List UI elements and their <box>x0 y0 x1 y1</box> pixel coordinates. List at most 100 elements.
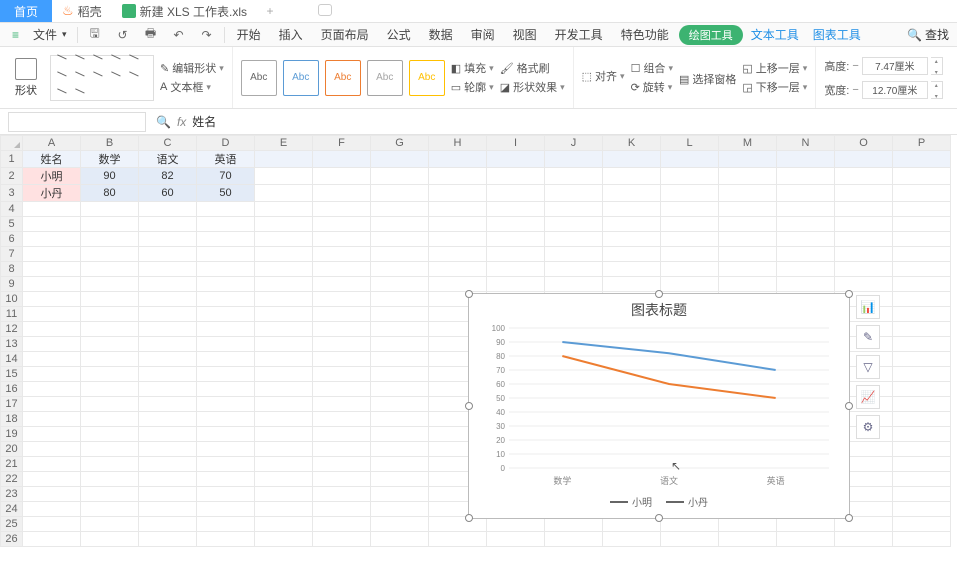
cell[interactable] <box>139 322 197 337</box>
cell[interactable] <box>603 277 661 292</box>
cell[interactable] <box>313 352 371 367</box>
cell[interactable] <box>313 202 371 217</box>
chart-title[interactable]: 图表标题 <box>469 300 849 320</box>
cell[interactable] <box>371 412 429 427</box>
cell[interactable] <box>81 277 139 292</box>
resize-handle[interactable] <box>845 514 853 522</box>
cell[interactable] <box>429 168 487 185</box>
cell[interactable] <box>197 292 255 307</box>
row-header[interactable]: 14 <box>1 352 23 367</box>
cell[interactable] <box>487 262 545 277</box>
row-header[interactable]: 7 <box>1 247 23 262</box>
cell[interactable]: 英语 <box>197 151 255 168</box>
cell[interactable] <box>661 185 719 202</box>
cell[interactable]: 语文 <box>139 151 197 168</box>
col-header[interactable]: H <box>429 136 487 151</box>
cell[interactable] <box>603 217 661 232</box>
cell[interactable] <box>487 185 545 202</box>
cell[interactable] <box>893 472 951 487</box>
cell[interactable] <box>487 532 545 547</box>
cell[interactable] <box>893 168 951 185</box>
cell[interactable] <box>23 517 81 532</box>
cell[interactable] <box>255 185 313 202</box>
cell[interactable] <box>835 202 893 217</box>
row-header[interactable]: 23 <box>1 487 23 502</box>
select-pane-button[interactable]: ▤ 选择窗格 <box>679 71 736 87</box>
cell[interactable] <box>835 262 893 277</box>
cell[interactable] <box>139 412 197 427</box>
cell[interactable] <box>545 277 603 292</box>
cell[interactable] <box>487 168 545 185</box>
cell[interactable] <box>893 202 951 217</box>
style-preset-4[interactable]: Abc <box>367 60 403 96</box>
feedback-icon[interactable] <box>318 4 332 16</box>
cell[interactable] <box>777 185 835 202</box>
cell[interactable] <box>719 532 777 547</box>
cell[interactable] <box>255 202 313 217</box>
menu-pagelayout[interactable]: 页面布局 <box>313 24 377 45</box>
cell[interactable] <box>313 472 371 487</box>
cell[interactable] <box>371 532 429 547</box>
cell[interactable] <box>545 168 603 185</box>
cell[interactable] <box>313 517 371 532</box>
cell[interactable] <box>429 232 487 247</box>
cell[interactable] <box>255 457 313 472</box>
cell[interactable] <box>139 262 197 277</box>
cell[interactable] <box>661 532 719 547</box>
cell[interactable] <box>81 427 139 442</box>
cell[interactable] <box>255 487 313 502</box>
cell[interactable] <box>81 322 139 337</box>
cell[interactable] <box>255 217 313 232</box>
style-preset-5[interactable]: Abc <box>409 60 445 96</box>
cell[interactable] <box>893 487 951 502</box>
cell[interactable] <box>313 367 371 382</box>
row-header[interactable]: 11 <box>1 307 23 322</box>
cell[interactable] <box>313 168 371 185</box>
cell[interactable] <box>893 517 951 532</box>
cell[interactable] <box>777 277 835 292</box>
row-header[interactable]: 21 <box>1 457 23 472</box>
cell[interactable] <box>255 262 313 277</box>
cell[interactable] <box>313 232 371 247</box>
menu-chart-tools[interactable]: 图表工具 <box>807 24 867 45</box>
cell[interactable] <box>23 247 81 262</box>
cell[interactable] <box>23 532 81 547</box>
cell[interactable] <box>893 232 951 247</box>
cell[interactable] <box>893 292 951 307</box>
cell[interactable]: 82 <box>139 168 197 185</box>
cell[interactable] <box>893 307 951 322</box>
cell[interactable] <box>719 247 777 262</box>
cell[interactable] <box>777 202 835 217</box>
cell[interactable] <box>371 262 429 277</box>
cell[interactable] <box>835 232 893 247</box>
cell[interactable] <box>835 151 893 168</box>
cell[interactable] <box>719 232 777 247</box>
cell[interactable] <box>313 217 371 232</box>
cell[interactable] <box>893 457 951 472</box>
cell[interactable] <box>429 277 487 292</box>
style-preset-2[interactable]: Abc <box>283 60 319 96</box>
cell[interactable] <box>139 337 197 352</box>
row-header[interactable]: 20 <box>1 442 23 457</box>
cell[interactable] <box>139 232 197 247</box>
menu-drawing-tools[interactable]: 绘图工具 <box>679 25 743 45</box>
cell[interactable] <box>429 151 487 168</box>
cell[interactable] <box>313 307 371 322</box>
cell[interactable] <box>893 352 951 367</box>
cell[interactable] <box>81 217 139 232</box>
cell[interactable] <box>603 247 661 262</box>
cell[interactable] <box>371 487 429 502</box>
cell[interactable] <box>23 472 81 487</box>
cell[interactable] <box>371 202 429 217</box>
cell[interactable] <box>661 247 719 262</box>
col-header[interactable]: J <box>545 136 603 151</box>
cell[interactable] <box>371 307 429 322</box>
cell[interactable] <box>313 442 371 457</box>
cell[interactable] <box>255 412 313 427</box>
cell[interactable] <box>255 247 313 262</box>
cell[interactable] <box>777 262 835 277</box>
cell[interactable] <box>197 262 255 277</box>
cell[interactable] <box>197 217 255 232</box>
cell[interactable] <box>487 151 545 168</box>
col-header[interactable]: M <box>719 136 777 151</box>
